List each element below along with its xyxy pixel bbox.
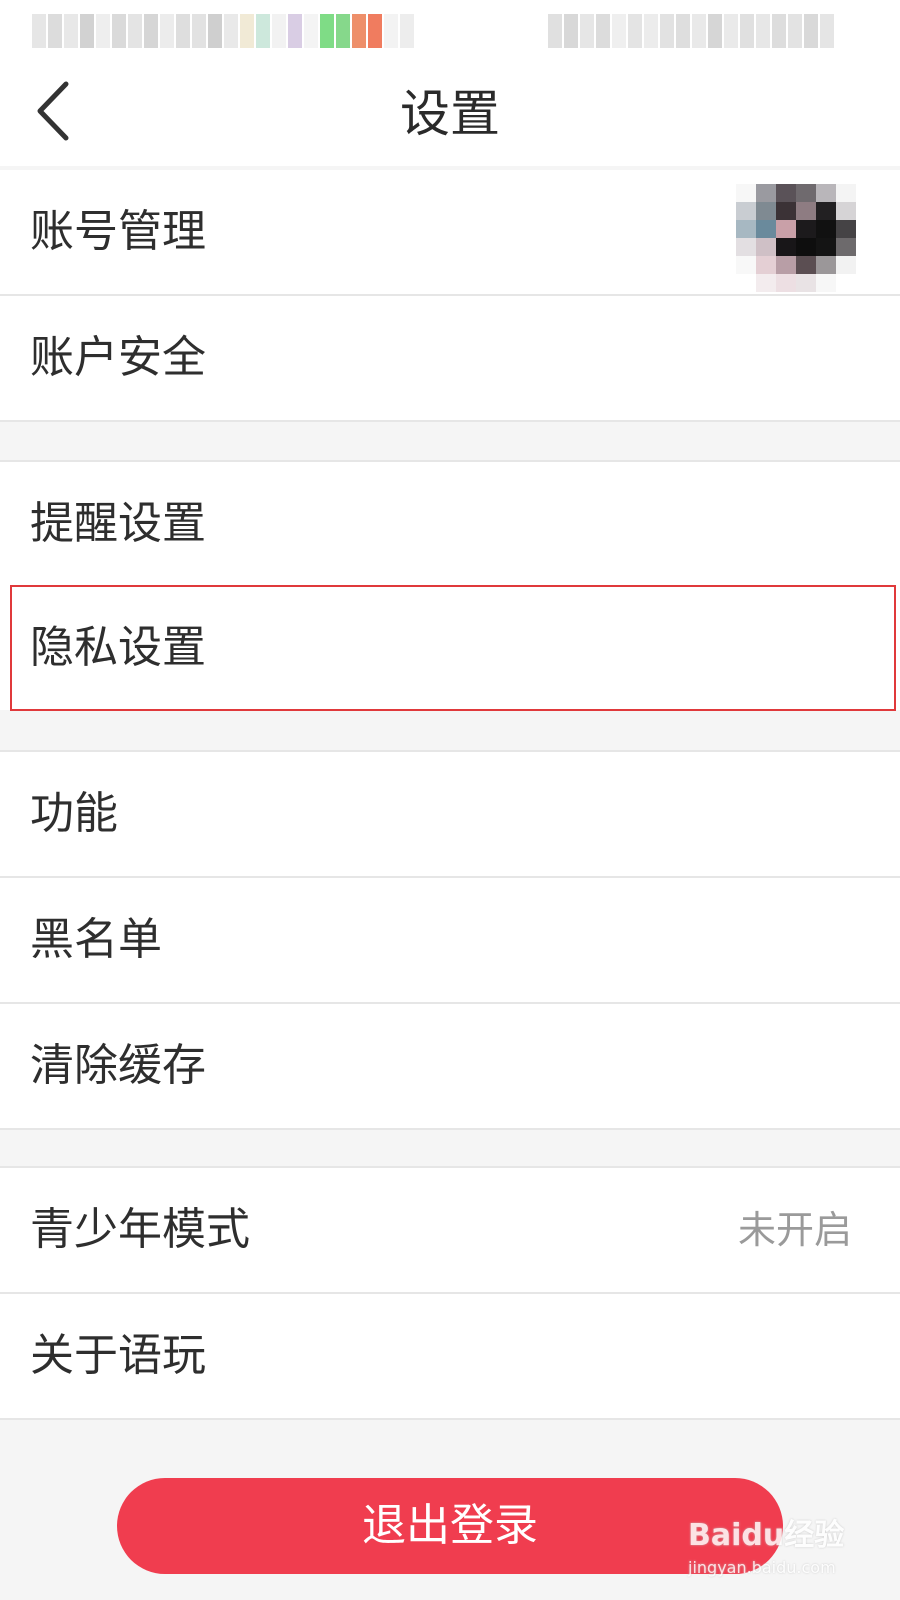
row-label: 账号管理 — [30, 206, 206, 257]
row-clear-cache[interactable]: 清除缓存 — [0, 1004, 900, 1128]
row-account-security[interactable]: 账户安全 — [0, 296, 900, 420]
row-label: 关于语玩 — [30, 1330, 206, 1381]
row-reminder-settings[interactable]: 提醒设置 — [0, 462, 900, 586]
row-blacklist[interactable]: 黑名单 — [0, 878, 900, 1002]
status-bar-left — [32, 14, 416, 48]
row-label: 提醒设置 — [30, 498, 206, 549]
status-bar-right — [548, 14, 836, 48]
baidu-watermark: Baidu经验 jingyan.baidu.com — [688, 1510, 878, 1590]
divider — [0, 420, 900, 422]
row-teen-mode[interactable]: 青少年模式 未开启 — [0, 1168, 900, 1292]
row-label: 功能 — [30, 788, 118, 839]
row-label: 账户安全 — [30, 332, 206, 383]
watermark-brand: Baidu经验 — [688, 1518, 845, 1553]
divider — [0, 1128, 900, 1130]
avatar[interactable] — [736, 184, 856, 294]
logout-button[interactable]: 退出登录 — [117, 1478, 783, 1574]
row-account-management[interactable]: 账号管理 — [0, 170, 900, 294]
watermark-url: jingyan.baidu.com — [688, 1558, 836, 1577]
teen-mode-status: 未开启 — [737, 1208, 852, 1252]
status-bar — [0, 0, 900, 62]
settings-screen: 设置 账号管理 账户安全 提醒设置 隐私设置 功能 黑名单 清除缓存 青少年模式… — [0, 0, 900, 1600]
row-label: 隐私设置 — [30, 622, 206, 673]
row-label: 黑名单 — [30, 914, 162, 965]
nav-bar: 设置 — [0, 62, 900, 166]
row-privacy-settings[interactable]: 隐私设置 — [0, 586, 900, 710]
row-about[interactable]: 关于语玩 — [0, 1294, 900, 1418]
page-title: 设置 — [400, 85, 500, 143]
divider — [0, 1418, 900, 1420]
row-label: 青少年模式 — [30, 1204, 250, 1255]
row-features[interactable]: 功能 — [0, 752, 900, 876]
row-label: 清除缓存 — [30, 1040, 206, 1091]
